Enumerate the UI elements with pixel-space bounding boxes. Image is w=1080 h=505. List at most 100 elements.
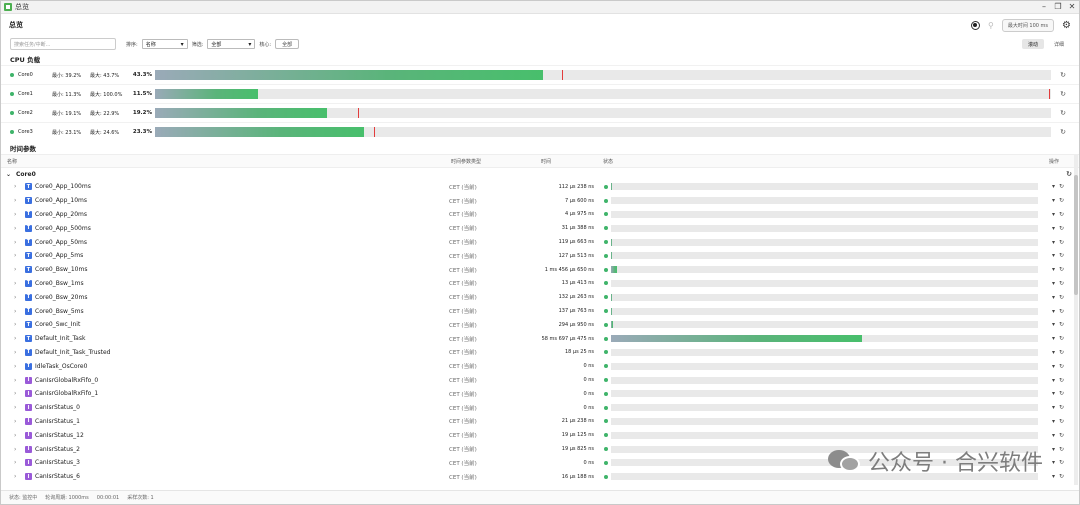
col-state[interactable]: 状态 bbox=[603, 158, 1049, 165]
chevron-right-icon[interactable]: › bbox=[14, 197, 25, 204]
table-row[interactable]: › T Default_Init_Task_Trusted CET (当前) 18 µs… bbox=[1, 346, 1079, 360]
chevron-right-icon[interactable]: › bbox=[14, 280, 25, 287]
chevron-right-icon[interactable]: › bbox=[14, 321, 25, 328]
chevron-down-icon[interactable]: ▾ bbox=[1052, 377, 1055, 384]
chevron-down-icon[interactable]: ▾ bbox=[1052, 308, 1055, 315]
chevron-right-icon[interactable]: › bbox=[14, 308, 25, 315]
chevron-right-icon[interactable]: › bbox=[14, 432, 25, 439]
table-row[interactable]: › T Core0_App_10ms CET (当前) 7 µs 600 ns ▾ ↻ bbox=[1, 194, 1079, 208]
group-row-core0[interactable]: ⌄ Core0 ↻ bbox=[1, 168, 1079, 180]
refresh-icon[interactable]: ↻ bbox=[1059, 446, 1064, 453]
chevron-right-icon[interactable]: › bbox=[14, 418, 25, 425]
chevron-down-icon[interactable]: ▾ bbox=[1052, 390, 1055, 397]
refresh-icon[interactable]: ↻ bbox=[1059, 211, 1064, 218]
chevron-right-icon[interactable]: › bbox=[14, 294, 25, 301]
chevron-down-icon[interactable]: ▾ bbox=[1052, 459, 1055, 466]
table-row[interactable]: › T Default_Init_Task CET (当前) 58 ms 697 µs … bbox=[1, 332, 1079, 346]
chevron-right-icon[interactable]: › bbox=[14, 349, 25, 356]
chevron-down-icon[interactable]: ⌄ bbox=[6, 171, 11, 178]
chevron-down-icon[interactable]: ▾ bbox=[1052, 280, 1055, 287]
close-icon[interactable]: ✕ bbox=[1065, 1, 1079, 13]
chevron-down-icon[interactable]: ▾ bbox=[1052, 225, 1055, 232]
table-row[interactable]: › T Core0_App_5ms CET (当前) 127 µs 513 ns ▾ ↻ bbox=[1, 249, 1079, 263]
table-row[interactable]: › I CanIsrGlobalRxFifo_0 CET (当前) 0 ns ▾ ↻ bbox=[1, 373, 1079, 387]
table-row[interactable]: › T Core0_App_20ms CET (当前) 4 µs 975 ns ▾ ↻ bbox=[1, 208, 1079, 222]
max-time-button[interactable]: 最大时间 100 ms bbox=[1001, 18, 1055, 32]
refresh-icon[interactable]: ↻ bbox=[1056, 109, 1070, 117]
table-row[interactable]: › T Core0_App_100ms CET (当前) 112 µs 238 ns ▾ ↻ bbox=[1, 180, 1079, 194]
refresh-icon[interactable]: ↻ bbox=[1059, 197, 1064, 204]
table-row[interactable]: › T Core0_Bsw_5ms CET (当前) 137 µs 763 ns ▾ ↻ bbox=[1, 304, 1079, 318]
refresh-icon[interactable]: ↻ bbox=[1059, 308, 1064, 315]
refresh-icon[interactable]: ↻ bbox=[1059, 294, 1064, 301]
chevron-right-icon[interactable]: › bbox=[14, 183, 25, 190]
refresh-icon[interactable]: ↻ bbox=[1056, 128, 1070, 136]
chevron-right-icon[interactable]: › bbox=[14, 211, 25, 218]
refresh-icon[interactable]: ↻ bbox=[1059, 459, 1064, 466]
table-row[interactable]: › I CanIsrStatus_0 CET (当前) 0 ns ▾ ↻ bbox=[1, 401, 1079, 415]
chevron-right-icon[interactable]: › bbox=[14, 335, 25, 342]
chevron-down-icon[interactable]: ▾ bbox=[1052, 446, 1055, 453]
chevron-right-icon[interactable]: › bbox=[14, 404, 25, 411]
refresh-icon[interactable]: ↻ bbox=[1059, 252, 1064, 259]
chevron-down-icon[interactable]: ▾ bbox=[1052, 266, 1055, 273]
table-row[interactable]: › T Core0_App_50ms CET (当前) 119 µs 663 ns ▾ ↻ bbox=[1, 235, 1079, 249]
chevron-right-icon[interactable]: › bbox=[14, 377, 25, 384]
refresh-icon[interactable]: ↻ bbox=[1056, 90, 1070, 98]
gear-icon[interactable]: ⚙ bbox=[1062, 20, 1071, 31]
view-scroll-button[interactable]: 滚动 bbox=[1021, 39, 1044, 49]
maximize-icon[interactable]: ❐ bbox=[1051, 1, 1065, 13]
chevron-right-icon[interactable]: › bbox=[14, 266, 25, 273]
table-row[interactable]: › T Core0_App_500ms CET (当前) 31 µs 388 ns ▾ ↻ bbox=[1, 221, 1079, 235]
chevron-down-icon[interactable]: ▾ bbox=[1052, 321, 1055, 328]
chevron-down-icon[interactable]: ▾ bbox=[1052, 183, 1055, 190]
record-icon[interactable] bbox=[970, 20, 980, 30]
refresh-icon[interactable]: ↻ bbox=[1059, 418, 1064, 425]
chevron-right-icon[interactable]: › bbox=[14, 473, 25, 480]
chevron-right-icon[interactable]: › bbox=[14, 225, 25, 232]
refresh-icon[interactable]: ↻ bbox=[1059, 321, 1064, 328]
chevron-right-icon[interactable]: › bbox=[14, 459, 25, 466]
chevron-down-icon[interactable]: ▾ bbox=[1052, 473, 1055, 480]
search-input[interactable]: 搜索任务/中断... bbox=[10, 38, 116, 50]
table-row[interactable]: › I CanIsrStatus_12 CET (当前) 19 µs 125 ns ▾ ↻ bbox=[1, 428, 1079, 442]
chevron-down-icon[interactable]: ▾ bbox=[1052, 335, 1055, 342]
col-time[interactable]: 时间 bbox=[541, 158, 603, 165]
chevron-right-icon[interactable]: › bbox=[14, 252, 25, 259]
table-row[interactable]: › T Core0_Bsw_1ms CET (当前) 13 µs 413 ns ▾ ↻ bbox=[1, 277, 1079, 291]
refresh-icon[interactable]: ↻ bbox=[1059, 363, 1064, 370]
refresh-icon[interactable]: ↻ bbox=[1059, 266, 1064, 273]
chevron-right-icon[interactable]: › bbox=[14, 239, 25, 246]
refresh-icon[interactable]: ↻ bbox=[1059, 183, 1064, 190]
refresh-icon[interactable]: ↻ bbox=[1059, 239, 1064, 246]
chevron-right-icon[interactable]: › bbox=[14, 363, 25, 370]
table-row[interactable]: › I CanIsrGlobalRxFifo_1 CET (当前) 0 ns ▾ ↻ bbox=[1, 387, 1079, 401]
chevron-down-icon[interactable]: ▾ bbox=[1052, 197, 1055, 204]
refresh-icon[interactable]: ↻ bbox=[1059, 473, 1064, 480]
core-button[interactable]: 全部 bbox=[275, 39, 300, 49]
refresh-icon[interactable]: ↻ bbox=[1059, 377, 1064, 384]
refresh-icon[interactable]: ↻ bbox=[1059, 335, 1064, 342]
chevron-down-icon[interactable]: ▾ bbox=[1052, 432, 1055, 439]
col-type[interactable]: 时间参数类型 bbox=[451, 158, 541, 165]
sort-select[interactable]: 名称 ▾ bbox=[141, 39, 188, 49]
refresh-icon[interactable]: ↻ bbox=[1059, 432, 1064, 439]
chevron-down-icon[interactable]: ▾ bbox=[1052, 211, 1055, 218]
refresh-icon[interactable]: ↻ bbox=[1056, 71, 1070, 79]
chevron-down-icon[interactable]: ▾ bbox=[1052, 239, 1055, 246]
minimize-icon[interactable]: – bbox=[1037, 1, 1051, 13]
table-row[interactable]: › T Core0_Swc_Init CET (当前) 294 µs 950 ns ▾ ↻ bbox=[1, 318, 1079, 332]
chevron-down-icon[interactable]: ▾ bbox=[1052, 404, 1055, 411]
chevron-down-icon[interactable]: ▾ bbox=[1052, 418, 1055, 425]
chevron-right-icon[interactable]: › bbox=[14, 390, 25, 397]
refresh-icon[interactable]: ↻ bbox=[1059, 390, 1064, 397]
table-row[interactable]: › I CanIsrStatus_1 CET (当前) 21 µs 238 ns ▾ ↻ bbox=[1, 415, 1079, 429]
pin-icon[interactable]: ⚲ bbox=[988, 21, 994, 30]
refresh-icon[interactable]: ↻ bbox=[1059, 349, 1064, 356]
vertical-scrollbar[interactable] bbox=[1074, 155, 1078, 485]
chevron-down-icon[interactable]: ▾ bbox=[1052, 252, 1055, 259]
filter-select[interactable]: 全部 ▾ bbox=[207, 39, 256, 49]
col-name[interactable]: 名称 bbox=[7, 158, 451, 165]
table-row[interactable]: › T Core0_Bsw_10ms CET (当前) 1 ms 456 µs 650 … bbox=[1, 263, 1079, 277]
table-row[interactable]: › T Core0_Bsw_20ms CET (当前) 132 µs 263 ns ▾ ↻ bbox=[1, 290, 1079, 304]
